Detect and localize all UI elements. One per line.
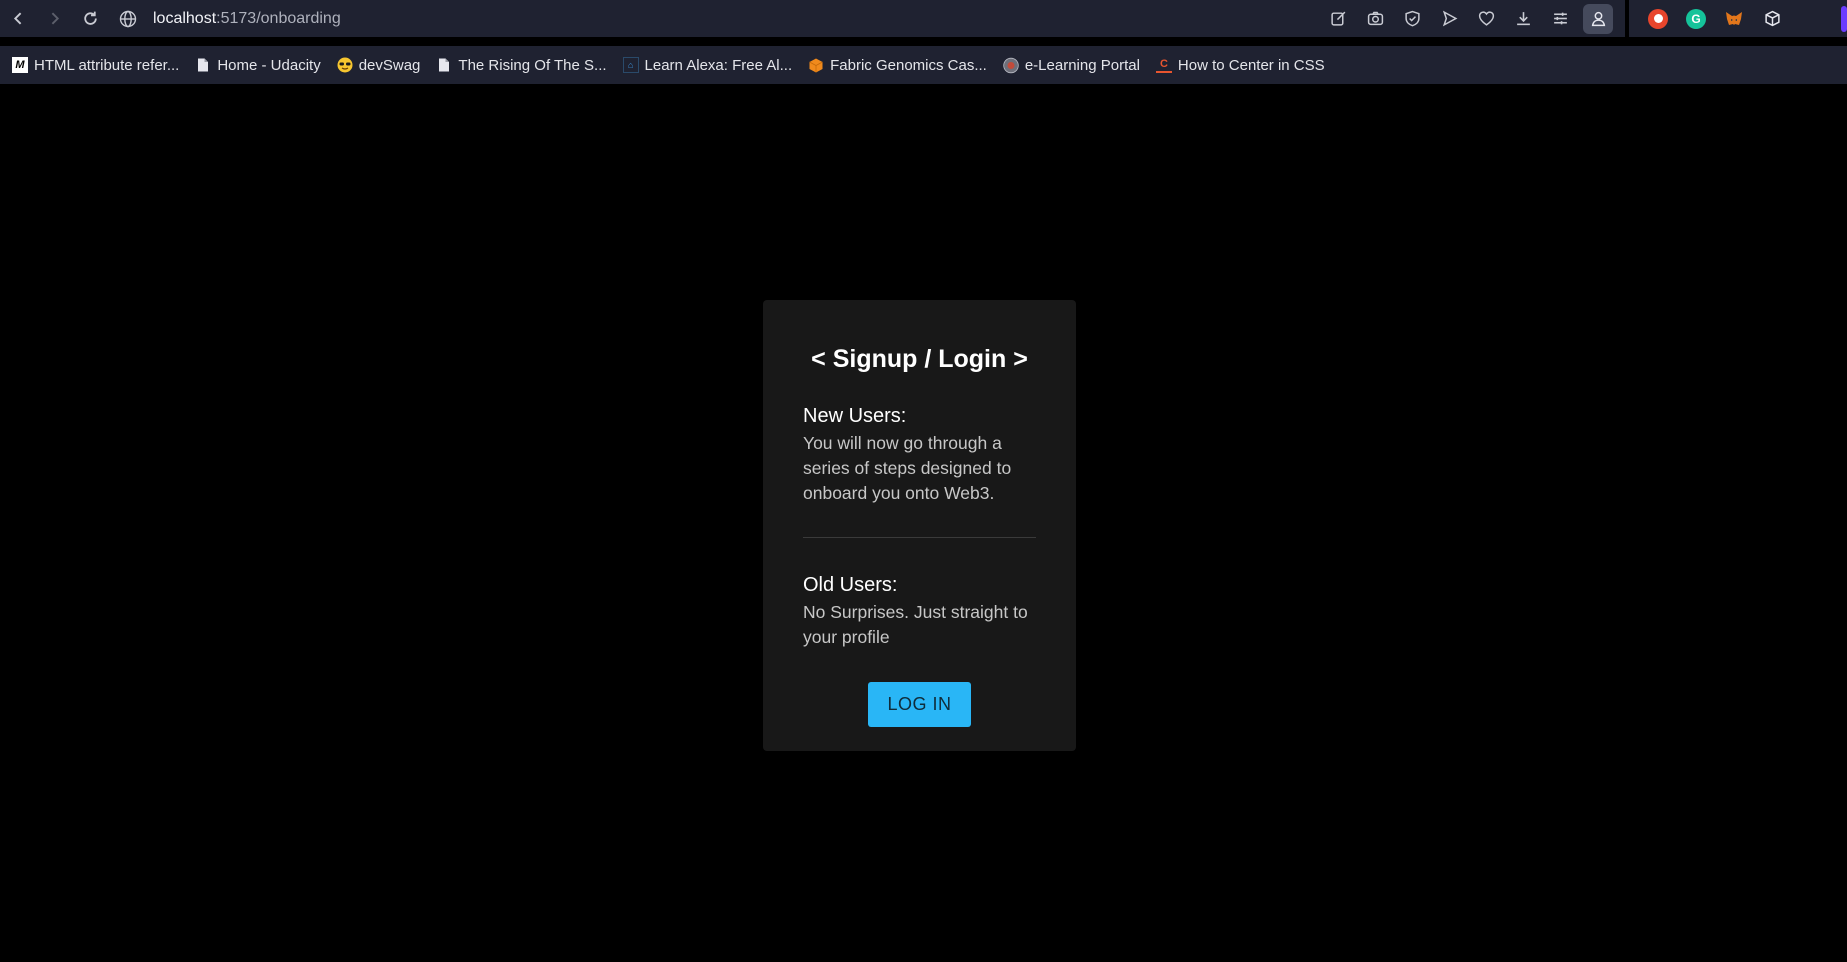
new-users-heading: New Users: — [803, 405, 907, 427]
css-c-icon: C — [1155, 57, 1172, 73]
card-title: < Signup / Login > — [811, 345, 1028, 373]
mdn-icon: M — [12, 57, 28, 73]
portal-logo-icon — [1003, 57, 1019, 73]
page-content: < Signup / Login > New Users: You will n… — [0, 84, 1847, 962]
heart-icon[interactable] — [1468, 0, 1505, 37]
divider — [803, 537, 1036, 538]
edit-icon[interactable] — [1320, 0, 1357, 37]
old-users-text: No Surprises. Just straight to your prof… — [803, 602, 1028, 647]
download-icon[interactable] — [1505, 0, 1542, 37]
reload-button[interactable] — [72, 0, 108, 37]
bookmark-label: e-Learning Portal — [1024, 56, 1140, 74]
bookmark-label: HTML attribute refer... — [34, 56, 180, 74]
bookmark-label: Home - Udacity — [217, 56, 321, 74]
box-extension-icon[interactable] — [1753, 0, 1791, 37]
brave-rewards-icon[interactable] — [1639, 0, 1677, 37]
url-host: localhost — [153, 9, 217, 27]
shield-check-icon[interactable] — [1394, 0, 1431, 37]
back-button[interactable] — [0, 0, 36, 37]
bookmark-label: The Rising Of The S... — [458, 56, 607, 74]
metamask-icon[interactable] — [1715, 0, 1753, 37]
play-icon[interactable] — [1431, 0, 1468, 37]
address-bar[interactable]: localhost:5173/onboarding — [118, 0, 1318, 37]
alexa-icon: ⌂ — [622, 57, 639, 73]
bookmark-item[interactable]: The Rising Of The S... — [436, 51, 607, 79]
bookmark-item[interactable]: Fabric Genomics Cas... — [808, 51, 987, 79]
profile-button[interactable] — [1583, 3, 1613, 34]
bookmark-label: How to Center in CSS — [1177, 56, 1325, 74]
bookmark-label: Learn Alexa: Free Al... — [644, 56, 793, 74]
bookmark-item[interactable]: devSwag — [337, 51, 421, 79]
bookmark-item[interactable]: C How to Center in CSS — [1155, 51, 1325, 79]
bookmark-item[interactable]: e-Learning Portal — [1003, 51, 1140, 79]
browser-toolbar: localhost:5173/onboarding G — [0, 0, 1847, 41]
bookmark-item[interactable]: M HTML attribute refer... — [12, 51, 179, 79]
bookmark-label: Fabric Genomics Cas... — [830, 56, 987, 74]
grammarly-icon[interactable]: G — [1677, 0, 1715, 37]
bookmark-item[interactable]: ⌂ Learn Alexa: Free Al... — [622, 51, 793, 79]
globe-icon — [119, 10, 137, 27]
page-icon — [195, 57, 211, 73]
accent-strip — [1841, 6, 1847, 32]
chevron-left-icon — [13, 12, 21, 25]
chevron-right-icon — [51, 12, 59, 25]
bookmark-item[interactable]: Home - Udacity — [195, 51, 321, 79]
sliders-icon[interactable] — [1542, 0, 1579, 37]
sunglasses-emoji-icon — [337, 57, 353, 73]
page-icon — [436, 57, 452, 73]
reload-icon — [83, 11, 97, 25]
browser-tools: G — [1320, 0, 1791, 41]
camera-icon[interactable] — [1357, 0, 1394, 37]
signup-login-card: < Signup / Login > New Users: You will n… — [763, 300, 1076, 751]
toolbar-separator — [1625, 0, 1629, 41]
bookmarks-bar: M HTML attribute refer... Home - Udacity… — [0, 46, 1847, 84]
url-path: :5173/onboarding — [216, 9, 341, 27]
profile-icon — [1591, 11, 1605, 27]
old-users-heading: Old Users: — [803, 574, 898, 596]
forward-button[interactable] — [36, 0, 72, 37]
fabric-cube-icon — [808, 57, 824, 73]
new-users-text: You will now go through a series of step… — [803, 433, 1012, 503]
bookmark-label: devSwag — [358, 56, 421, 74]
login-button[interactable]: LOG IN — [868, 682, 971, 727]
